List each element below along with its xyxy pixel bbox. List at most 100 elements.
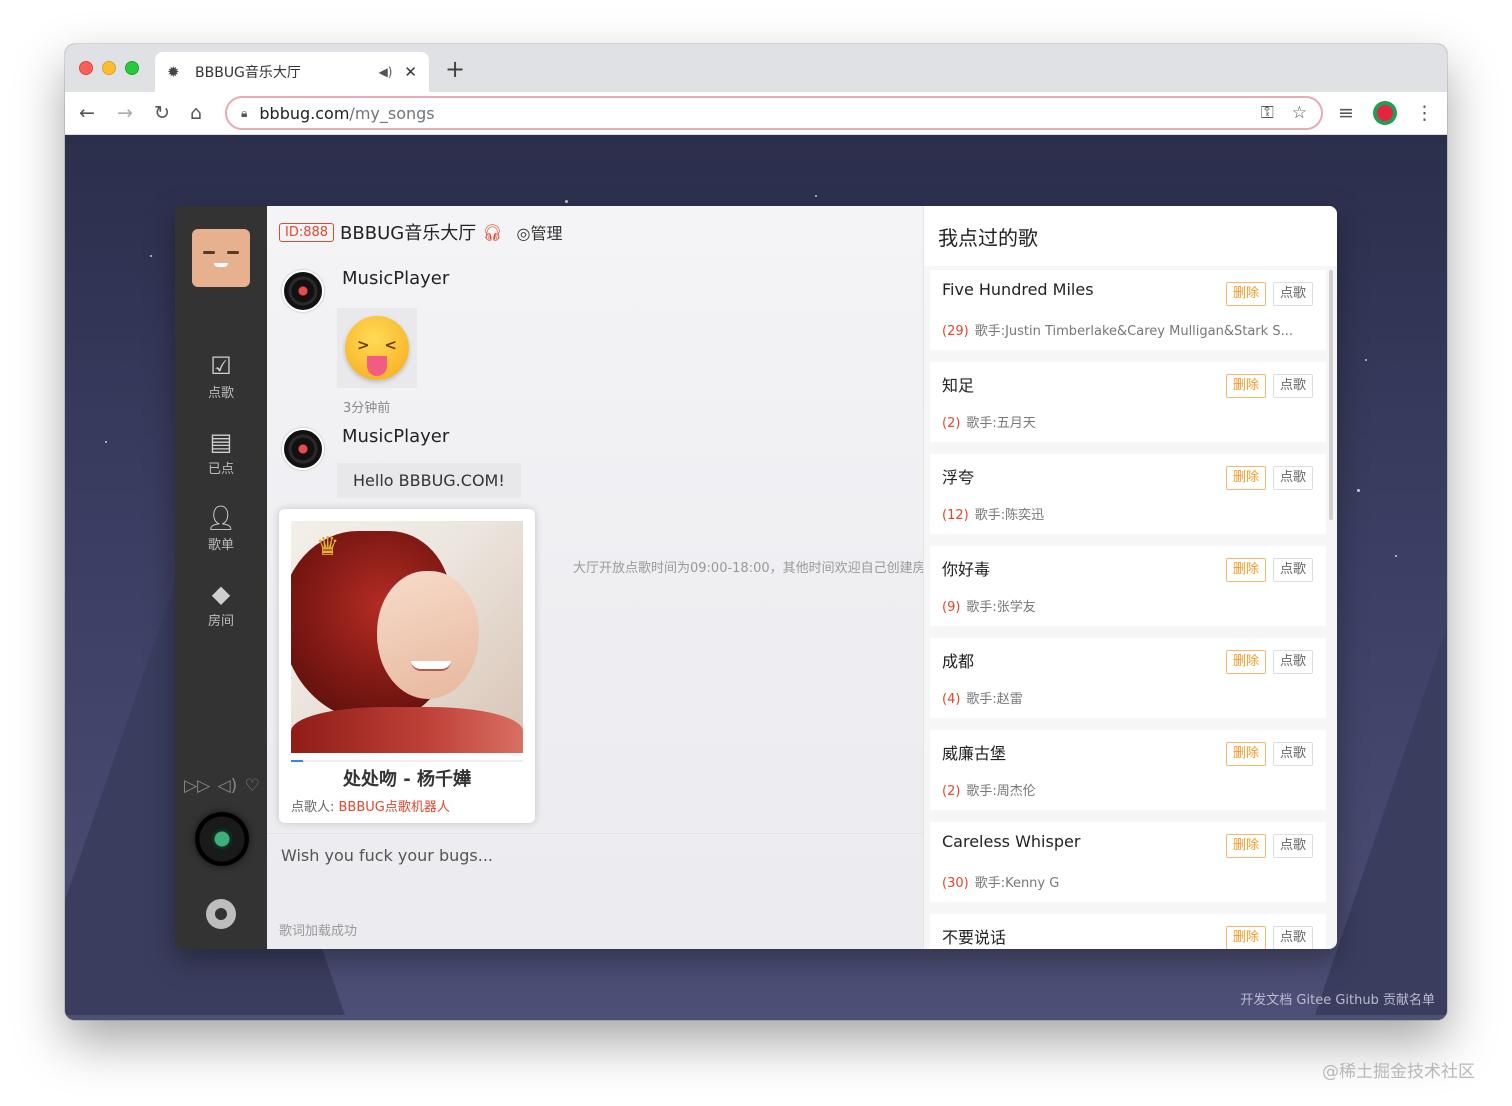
minimize-window-button[interactable] (102, 61, 116, 75)
bug-icon: ✹ (167, 63, 180, 81)
request-song-button[interactable]: 点歌 (1273, 466, 1314, 490)
song-singer: 歌手:张学友 (966, 600, 1036, 615)
playback-progress[interactable] (291, 760, 523, 762)
browser-tab[interactable]: ✹ BBBUG音乐大厅 ◀︎) ✕ (155, 52, 429, 92)
room-name: BBBUG音乐大厅 (340, 223, 477, 244)
tab-title: BBBUG音乐大厅 (195, 65, 301, 81)
emoji-message: > < (337, 308, 417, 388)
song-item: 你好毒 删除 点歌 (9) 歌手:张学友 (930, 546, 1326, 626)
song-play-count: (4) (942, 692, 961, 707)
sidebar-item-playlist[interactable]: 👤︎ 歌单 (175, 504, 267, 553)
song-play-count: (30) (942, 876, 969, 891)
message-avatar[interactable] (282, 270, 324, 312)
request-song-button[interactable]: 点歌 (1273, 282, 1314, 306)
delete-song-button[interactable]: 删除 (1226, 650, 1267, 674)
sidebar: ☑ 点歌 ▤ 已点 👤︎ 歌单 ◆ 房间 ▷▷ ◁) ♡ (175, 206, 267, 949)
new-tab-button[interactable]: + (445, 55, 465, 83)
song-play-count: (2) (942, 416, 961, 431)
heart-icon[interactable]: ♡ (245, 776, 260, 796)
crown-icon: ♛ (316, 532, 340, 562)
song-name: 你好毒 (942, 560, 991, 579)
message-username: MusicPlayer (342, 268, 450, 289)
next-track-icon[interactable]: ▷▷ (184, 776, 210, 796)
key-icon[interactable]: ⚿ (1261, 103, 1274, 123)
home-icon[interactable]: ⌂ (190, 101, 202, 125)
delete-song-button[interactable]: 删除 (1226, 926, 1267, 949)
forward-arrow-icon[interactable]: → (117, 101, 133, 125)
room-notice: 大厅开放点歌时间为09:00-18:00，其他时间欢迎自己创建房间 (573, 561, 925, 576)
song-name: 威廉古堡 (942, 744, 1007, 763)
song-item: Careless Whisper 删除 点歌 (30) 歌手:Kenny G (930, 822, 1326, 902)
song-name: 浮夸 (942, 468, 975, 487)
song-meta: (9) 歌手:张学友 (942, 596, 1312, 615)
song-name: 成都 (942, 652, 975, 671)
speaker-icon[interactable]: ◀︎) (379, 65, 393, 79)
delete-song-button[interactable]: 删除 (1226, 558, 1267, 582)
message-avatar[interactable] (282, 428, 324, 470)
media-playlist-icon[interactable]: ≡ (1338, 101, 1354, 125)
request-song-button[interactable]: 点歌 (1273, 558, 1314, 582)
star-icon[interactable]: ☆ (1292, 103, 1307, 123)
delete-song-button[interactable]: 删除 (1226, 374, 1267, 398)
request-song-button[interactable]: 点歌 (1273, 650, 1314, 674)
now-playing-card[interactable]: ♛ 处处吻 - 杨千嬅 点歌人: BBBUG点歌机器人 (279, 509, 535, 823)
panel-header: 我点过的歌 (924, 206, 1337, 266)
requester-name[interactable]: BBBUG点歌机器人 (339, 800, 450, 815)
back-arrow-icon[interactable]: ← (79, 101, 95, 125)
clipboard-check-icon: ☑ (210, 352, 232, 380)
close-tab-icon[interactable]: ✕ (404, 63, 417, 81)
sidebar-item-room[interactable]: ◆ 房间 (175, 580, 267, 629)
song-item: 威廉古堡 删除 点歌 (2) 歌手:周杰伦 (930, 730, 1326, 810)
graduation-cap-icon: ◆ (211, 580, 231, 608)
lock-icon: 🔒︎ (241, 105, 248, 120)
tongue-out-emoji-icon: > < (345, 316, 409, 380)
song-list: Five Hundred Miles 删除 点歌 (29) 歌手:Justin Timb… (930, 270, 1326, 949)
more-menu-icon[interactable]: ⋮ (1415, 101, 1434, 125)
song-singer: 歌手:五月天 (966, 416, 1036, 431)
song-meta: (2) 歌手:周杰伦 (942, 780, 1312, 799)
message-username: MusicPlayer (342, 426, 450, 447)
volume-icon[interactable]: ◁) (218, 776, 238, 796)
address-bar[interactable]: 🔒︎ bbbug.com/my_songs ⚿ ☆ (225, 96, 1323, 130)
delete-song-button[interactable]: 删除 (1226, 282, 1267, 306)
footer-links[interactable]: 开发文档 Gitee Github 贡献名单 (1240, 989, 1435, 1008)
settings-icon[interactable] (206, 899, 236, 929)
sidebar-item-request[interactable]: ☑ 点歌 (175, 352, 267, 401)
tab-strip: ✹ BBBUG音乐大厅 ◀︎) ✕ + (65, 44, 1447, 92)
scrollbar[interactable] (1329, 270, 1333, 520)
browser-window: ✹ BBBUG音乐大厅 ◀︎) ✕ + ← → ↻ ⌂ 🔒︎ bbbug.com… (65, 44, 1447, 1020)
song-singer: 歌手:Kenny G (974, 876, 1060, 891)
song-singer: 歌手:周杰伦 (966, 784, 1036, 799)
song-singer: 歌手:Justin Timberlake&Carey Mulligan&Star… (974, 324, 1293, 339)
vinyl-record-icon[interactable] (195, 812, 249, 866)
request-song-button[interactable]: 点歌 (1273, 926, 1314, 949)
chat-area: ID:888 BBBUG音乐大厅 🎧︎ ◎管理 MusicPlayer > < 3… (267, 206, 925, 949)
song-play-count: (9) (942, 600, 961, 615)
request-song-button[interactable]: 点歌 (1273, 742, 1314, 766)
sidebar-item-queued[interactable]: ▤ 已点 (175, 428, 267, 477)
request-song-button[interactable]: 点歌 (1273, 834, 1314, 858)
message-bubble: Hello BBBUG.COM! (337, 463, 521, 498)
delete-song-button[interactable]: 删除 (1226, 466, 1267, 490)
delete-song-button[interactable]: 删除 (1226, 742, 1267, 766)
manage-button[interactable]: ◎管理 (517, 220, 563, 244)
song-item: Five Hundred Miles 删除 点歌 (29) 歌手:Justin Timb… (930, 270, 1326, 350)
room-header: ID:888 BBBUG音乐大厅 🎧︎ ◎管理 (279, 220, 563, 244)
profile-avatar[interactable] (1373, 101, 1397, 125)
song-item: 知足 删除 点歌 (2) 歌手:五月天 (930, 362, 1326, 442)
message-time: 3分钟前 (343, 401, 391, 416)
delete-song-button[interactable]: 删除 (1226, 834, 1267, 858)
song-item: 浮夸 删除 点歌 (12) 歌手:陈奕迅 (930, 454, 1326, 534)
maximize-window-button[interactable] (125, 61, 139, 75)
reload-icon[interactable]: ↻ (154, 101, 170, 125)
chat-input[interactable] (281, 846, 901, 865)
url-path: /my_songs (349, 103, 435, 123)
url-host: bbbug.com (259, 103, 350, 123)
user-avatar[interactable] (192, 229, 250, 287)
close-window-button[interactable] (79, 61, 93, 75)
list-clock-icon: ▤ (209, 428, 233, 456)
song-singer: 歌手:陈奕迅 (974, 508, 1045, 523)
page-background: ☑ 点歌 ▤ 已点 👤︎ 歌单 ◆ 房间 ▷▷ ◁) ♡ ID:888 BBBU… (65, 135, 1447, 1020)
song-meta: (30) 歌手:Kenny G (942, 872, 1312, 891)
request-song-button[interactable]: 点歌 (1273, 374, 1314, 398)
